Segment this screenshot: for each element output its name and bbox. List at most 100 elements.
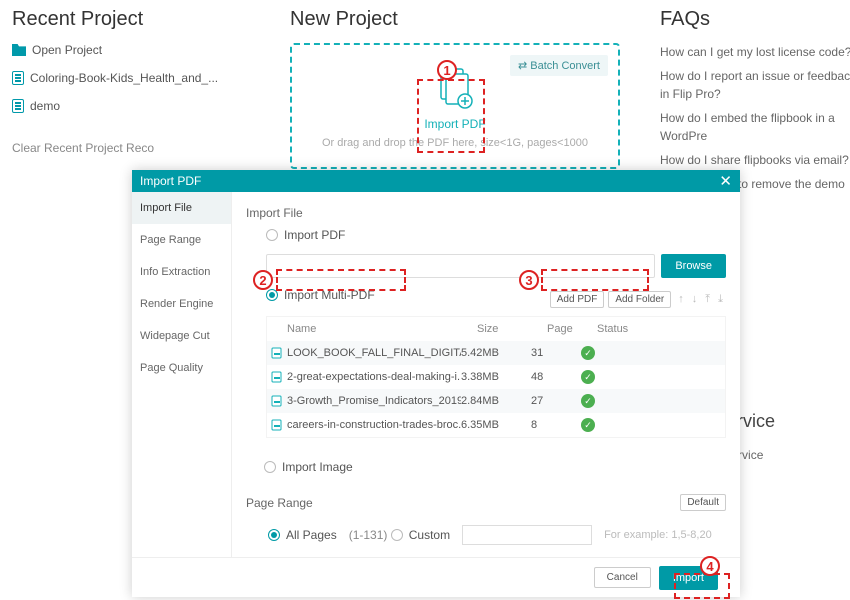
recent-item-label: demo xyxy=(30,99,60,113)
drop-hint: Or drag and drop the PDF here, size<1G, … xyxy=(302,137,608,149)
cell-size: 2.84MB xyxy=(461,395,531,407)
modal-footer: Cancel Import xyxy=(132,557,740,597)
table-header: Name Size Page Status xyxy=(267,317,725,341)
col-page: Page xyxy=(547,323,597,335)
check-icon: ✓ xyxy=(581,370,595,384)
cell-page: 31 xyxy=(531,347,581,359)
drop-zone[interactable]: ⇄ Batch Convert Import PDF Or drag and d… xyxy=(290,43,620,169)
radio-dot xyxy=(391,529,403,541)
close-icon[interactable]: ✕ xyxy=(719,174,732,189)
import-pdf-icon xyxy=(435,67,475,111)
radio-all-pages[interactable]: All Pages (1-131) xyxy=(268,528,387,542)
check-icon: ✓ xyxy=(581,394,595,408)
folder-icon xyxy=(12,44,26,56)
cell-name: careers-in-construction-trades-broc... xyxy=(271,419,461,431)
col-name: Name xyxy=(287,323,477,335)
import-button[interactable]: Import xyxy=(659,566,718,590)
recent-heading: Recent Project xyxy=(12,8,272,31)
col-size: Size xyxy=(477,323,547,335)
cell-name: LOOK_BOOK_FALL_FINAL_DIGITAL.p... xyxy=(271,347,461,359)
default-button[interactable]: Default xyxy=(680,494,726,511)
move-bottom-icon[interactable]: ⤓ xyxy=(715,293,726,306)
pdf-icon xyxy=(271,419,283,431)
doc-icon xyxy=(12,99,24,113)
cell-name: 3-Growth_Promise_Indicators_2019.... xyxy=(271,395,461,407)
cell-page: 48 xyxy=(531,371,581,383)
faq-item[interactable]: How do I embed the flipbook in a WordPre xyxy=(660,109,850,145)
recent-item[interactable]: Coloring-Book-Kids_Health_and_... xyxy=(12,71,272,85)
cell-status: ✓ xyxy=(581,418,641,432)
radio-label: Import PDF xyxy=(284,228,345,242)
radio-custom-pages[interactable]: Custom For example: 1,5-8,20 xyxy=(391,525,712,545)
cell-status: ✓ xyxy=(581,346,641,360)
pdf-table: Name Size Page Status LOOK_BOOK_FALL_FIN… xyxy=(266,316,726,438)
cancel-button[interactable]: Cancel xyxy=(594,567,651,588)
newproject-heading: New Project xyxy=(290,8,620,31)
open-project[interactable]: Open Project xyxy=(12,43,272,57)
custom-range-example: For example: 1,5-8,20 xyxy=(604,529,712,541)
recent-item-label: Coloring-Book-Kids_Health_and_... xyxy=(30,71,218,85)
clear-recent[interactable]: Clear Recent Project Reco xyxy=(12,141,272,155)
batch-convert-button[interactable]: ⇄ Batch Convert xyxy=(510,55,608,76)
import-file-heading: Import File xyxy=(246,206,726,220)
side-page-range[interactable]: Page Range xyxy=(132,224,231,256)
pdf-path-input[interactable] xyxy=(266,254,655,278)
open-project-label: Open Project xyxy=(32,43,102,57)
side-info-extraction[interactable]: Info Extraction xyxy=(132,256,231,288)
faq-item[interactable]: How can I get my lost license code? xyxy=(660,43,850,61)
cell-page: 27 xyxy=(531,395,581,407)
doc-icon xyxy=(12,71,24,85)
add-folder-button[interactable]: Add Folder xyxy=(608,291,671,308)
move-up-icon[interactable]: ↑ xyxy=(675,293,687,306)
faq-item[interactable]: How do I share flipbooks via email? xyxy=(660,151,850,169)
import-pdf-modal: Import PDF ✕ Import File Page Range Info… xyxy=(132,170,740,597)
radio-import-pdf[interactable]: Import PDF xyxy=(266,228,345,242)
table-row[interactable]: 2-great-expectations-deal-making-i...3.3… xyxy=(267,365,725,389)
check-icon: ✓ xyxy=(581,346,595,360)
side-render-engine[interactable]: Render Engine xyxy=(132,288,231,320)
drop-label: Import PDF xyxy=(302,117,608,131)
cell-status: ✓ xyxy=(581,370,641,384)
add-pdf-button[interactable]: Add PDF xyxy=(550,291,605,308)
radio-dot xyxy=(264,461,276,473)
pdf-icon xyxy=(271,395,283,407)
table-row[interactable]: LOOK_BOOK_FALL_FINAL_DIGITAL.p...5.42MB3… xyxy=(267,341,725,365)
table-row[interactable]: 3-Growth_Promise_Indicators_2019....2.84… xyxy=(267,389,725,413)
modal-sidebar: Import File Page Range Info Extraction R… xyxy=(132,192,232,557)
cell-size: 3.38MB xyxy=(461,371,531,383)
page-range-heading: Page Range xyxy=(246,496,313,510)
modal-header: Import PDF ✕ xyxy=(132,170,740,192)
side-widepage-cut[interactable]: Widepage Cut xyxy=(132,320,231,352)
all-pages-count: (1-131) xyxy=(349,528,388,542)
radio-dot xyxy=(266,229,278,241)
side-import-file[interactable]: Import File xyxy=(132,192,231,224)
check-icon: ✓ xyxy=(581,418,595,432)
pdf-icon xyxy=(271,371,283,383)
cell-status: ✓ xyxy=(581,394,641,408)
reorder-buttons: ↑ ↓ ⤒ ⤓ xyxy=(675,293,726,306)
radio-dot xyxy=(266,289,278,301)
pdf-icon xyxy=(271,347,283,359)
move-down-icon[interactable]: ↓ xyxy=(689,293,701,306)
faqs-heading: FAQs xyxy=(660,8,850,31)
cell-size: 5.42MB xyxy=(461,347,531,359)
modal-title: Import PDF xyxy=(140,174,201,188)
radio-label: All Pages xyxy=(286,528,337,542)
cell-name: 2-great-expectations-deal-making-i... xyxy=(271,371,461,383)
faq-item[interactable]: How do I report an issue or feedback in … xyxy=(660,67,850,103)
radio-import-multi-pdf[interactable]: Import Multi-PDF xyxy=(266,288,375,302)
cell-size: 6.35MB xyxy=(461,419,531,431)
modal-main: Import File Import PDF Browse Import Mul… xyxy=(232,192,740,557)
radio-dot xyxy=(268,529,280,541)
recent-item[interactable]: demo xyxy=(12,99,272,113)
custom-range-input[interactable] xyxy=(462,525,592,545)
cell-page: 8 xyxy=(531,419,581,431)
table-row[interactable]: careers-in-construction-trades-broc...6.… xyxy=(267,413,725,437)
side-page-quality[interactable]: Page Quality xyxy=(132,352,231,384)
radio-import-image[interactable]: Import Image xyxy=(264,460,353,474)
radio-label: Import Multi-PDF xyxy=(284,288,375,302)
browse-button[interactable]: Browse xyxy=(661,254,726,278)
col-status: Status xyxy=(597,323,657,335)
move-top-icon[interactable]: ⤒ xyxy=(702,293,713,306)
radio-label: Custom xyxy=(409,528,450,542)
